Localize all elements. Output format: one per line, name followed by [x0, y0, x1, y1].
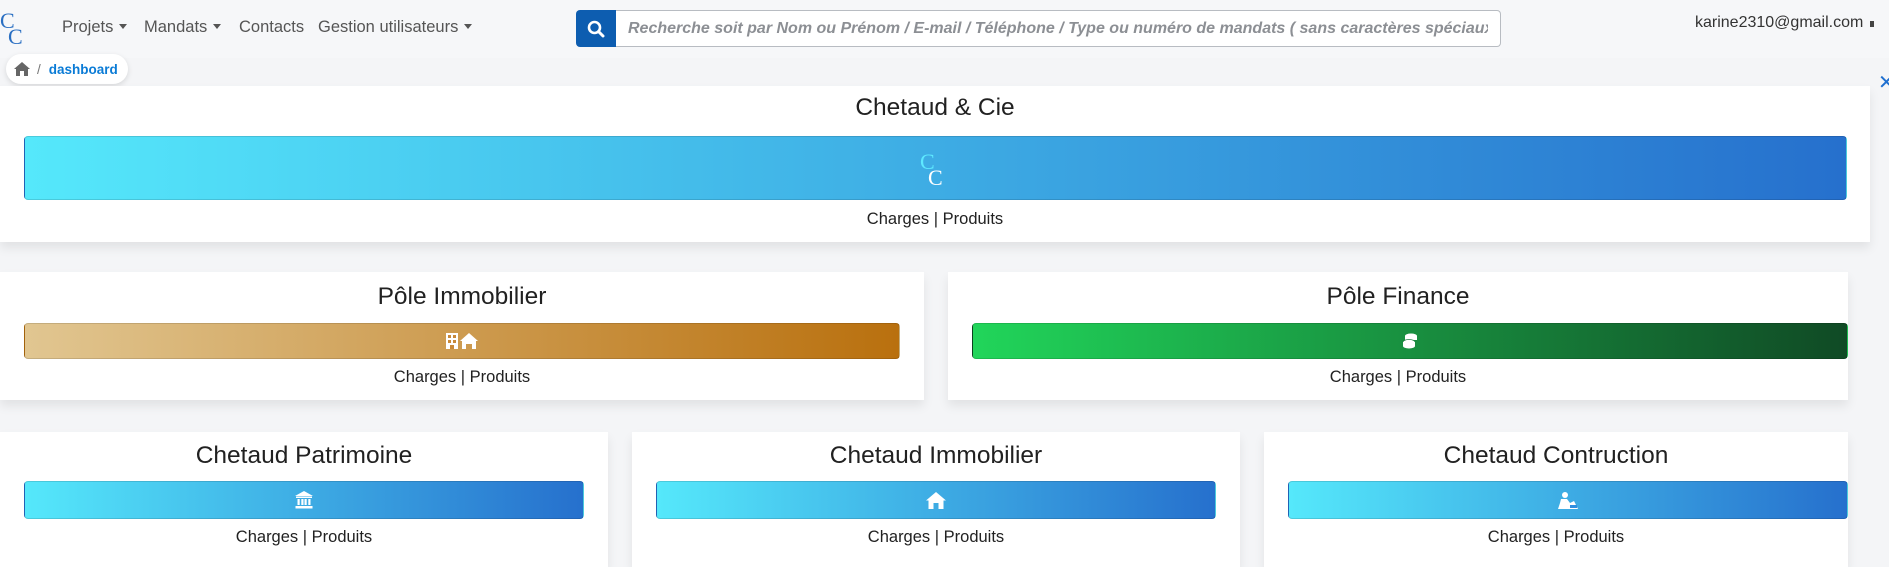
nav-projets[interactable]: Projets [62, 18, 128, 37]
chevron-down-icon [119, 24, 128, 29]
links-separator: | [460, 368, 466, 386]
charges-link[interactable]: Charges [394, 368, 456, 386]
nav-gestion-utilisateurs[interactable]: Gestion utilisateurs [318, 18, 473, 37]
nav-projets-label: Projets [62, 18, 114, 36]
bank-icon [295, 491, 313, 509]
card-bar-chetaud-cie[interactable]: C C [24, 136, 1847, 200]
top-navbar: C C Projets Mandats Contacts Gestion uti… [0, 0, 1889, 58]
nav-gestion-utilisateurs-label: Gestion utilisateurs [318, 18, 459, 36]
card-bar-chetaud-contruction[interactable] [1288, 481, 1848, 519]
card-title: Pôle Finance [1326, 283, 1470, 310]
produits-link[interactable]: Produits [943, 210, 1004, 228]
building-house-icon [446, 333, 478, 349]
user-menu-caret-icon[interactable] [1870, 21, 1874, 27]
svg-text:C: C [8, 24, 23, 48]
breadcrumb-separator: / [37, 61, 41, 77]
nav-mandats[interactable]: Mandats [144, 18, 222, 37]
card-chetaud-patrimoine: Chetaud Patrimoine Charges | Produits [0, 432, 608, 567]
produits-link[interactable]: Produits [944, 528, 1005, 546]
card-chetaud-cie: Chetaud & Cie C C Charges | Produits [0, 86, 1870, 242]
search-icon [587, 20, 605, 37]
card-links: Charges | Produits [0, 368, 924, 387]
nav-contacts-label: Contacts [239, 18, 305, 36]
card-bar-chetaud-patrimoine[interactable] [24, 481, 584, 519]
close-icon[interactable]: ✕ [1878, 70, 1889, 95]
chevron-down-icon [213, 24, 222, 29]
search-input[interactable] [616, 10, 1501, 47]
card-title: Chetaud Patrimoine [195, 442, 413, 469]
card-pole-immobilier: Pôle Immobilier Charges | Produits [0, 272, 924, 400]
card-links: Charges | Produits [1264, 528, 1848, 547]
links-separator: | [1396, 368, 1402, 386]
produits-link[interactable]: Produits [312, 528, 373, 546]
coins-icon [1402, 333, 1417, 349]
card-links: Charges | Produits [948, 368, 1848, 387]
produits-link[interactable]: Produits [470, 368, 531, 386]
card-chetaud-contruction: Chetaud Contruction Charges | Produits [1264, 432, 1848, 567]
home-icon[interactable] [14, 62, 30, 76]
breadcrumb: / dashboard [6, 54, 128, 84]
user-email[interactable]: karine2310@gmail.com [1695, 14, 1863, 32]
card-title: Chetaud Immobilier [829, 442, 1043, 469]
card-bar-chetaud-immobilier[interactable] [656, 481, 1216, 519]
search-button[interactable] [576, 10, 616, 47]
breadcrumb-current[interactable]: dashboard [49, 62, 118, 77]
links-separator: | [302, 528, 308, 546]
nav-mandats-label: Mandats [144, 18, 208, 36]
card-bar-pole-immobilier[interactable] [24, 323, 900, 359]
produits-link[interactable]: Produits [1406, 368, 1467, 386]
card-chetaud-immobilier: Chetaud Immobilier Charges | Produits [632, 432, 1240, 567]
card-title: Chetaud & Cie [855, 94, 1015, 121]
svg-text:C: C [928, 165, 943, 189]
builder-icon [1558, 492, 1578, 509]
charges-link[interactable]: Charges [1330, 368, 1392, 386]
links-separator: | [933, 210, 939, 228]
house-icon [926, 491, 946, 509]
card-title: Chetaud Contruction [1443, 442, 1669, 469]
nav-contacts[interactable]: Contacts [239, 18, 304, 37]
chevron-down-icon [464, 24, 473, 29]
card-pole-finance: Pôle Finance Charges | Produits [948, 272, 1848, 400]
card-links: Charges | Produits [632, 528, 1240, 547]
charges-link[interactable]: Charges [236, 528, 298, 546]
charges-link[interactable]: Charges [868, 528, 930, 546]
charges-link[interactable]: Charges [867, 210, 929, 228]
links-separator: | [1554, 528, 1560, 546]
cc-logo-icon[interactable]: C C [0, 6, 30, 48]
links-separator: | [934, 528, 940, 546]
produits-link[interactable]: Produits [1564, 528, 1625, 546]
cc-logo-icon: C C [920, 149, 943, 189]
charges-link[interactable]: Charges [1488, 528, 1550, 546]
card-bar-pole-finance[interactable] [972, 323, 1848, 359]
card-title: Pôle Immobilier [377, 283, 547, 310]
card-links: Charges | Produits [0, 528, 608, 547]
card-links: Charges | Produits [0, 210, 1870, 229]
